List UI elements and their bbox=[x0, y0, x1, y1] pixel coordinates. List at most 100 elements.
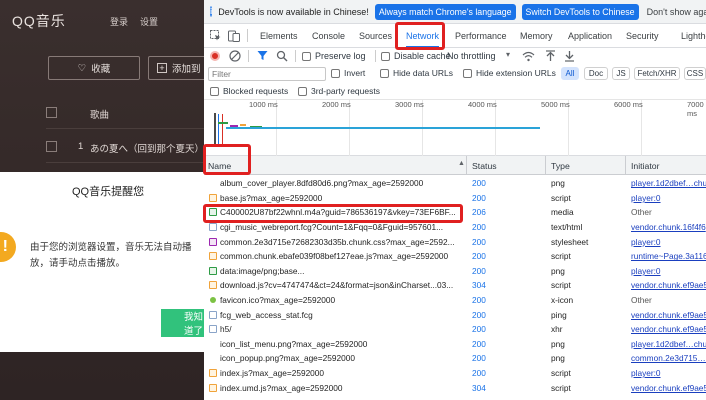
request-type: script bbox=[551, 382, 571, 393]
search-icon[interactable] bbox=[276, 50, 288, 62]
divider bbox=[46, 128, 204, 129]
request-options-bar: Blocked requests 3rd-party requests bbox=[204, 84, 706, 100]
type-filter-all[interactable]: All bbox=[561, 67, 579, 80]
filter-icon[interactable] bbox=[257, 50, 268, 61]
file-type-icon bbox=[209, 237, 217, 246]
type-filter-doc[interactable]: Doc bbox=[584, 67, 608, 80]
track-title[interactable]: あの夏へ（回到那个夏天） bbox=[90, 141, 204, 155]
request-status: 200 bbox=[472, 192, 486, 203]
preserve-log-checkbox[interactable] bbox=[302, 52, 311, 61]
request-name[interactable]: icon_list_menu.png?max_age=2592000 bbox=[220, 339, 466, 349]
request-initiator[interactable]: player.1d2dbef…chunk.css bbox=[631, 339, 706, 349]
network-toolbar: Preserve log Disable cache No throttling… bbox=[204, 48, 706, 64]
type-filter-js[interactable]: JS bbox=[612, 67, 630, 80]
third-party-requests-checkbox[interactable] bbox=[298, 87, 307, 96]
sort-ascending-icon[interactable]: ▲ bbox=[458, 160, 465, 167]
blocked-requests-checkbox[interactable] bbox=[210, 87, 219, 96]
tab-security[interactable]: Security bbox=[626, 24, 659, 48]
favorite-button[interactable]: ♡ 收藏 bbox=[48, 56, 140, 80]
request-initiator[interactable]: vendor.chunk.16f4f6 bbox=[631, 222, 706, 232]
disable-cache-checkbox[interactable] bbox=[381, 52, 390, 61]
request-name[interactable]: fcg_web_access_stat.fcg bbox=[220, 310, 466, 320]
request-status: 200 bbox=[472, 368, 486, 379]
request-initiator[interactable]: common.2e3d715…chunk.css bbox=[631, 353, 706, 363]
request-initiator[interactable]: player:0 bbox=[631, 266, 706, 276]
hide-extension-urls-checkbox[interactable] bbox=[463, 69, 472, 78]
request-name[interactable]: index.js?max_age=2592000 bbox=[220, 368, 466, 378]
file-type-icon bbox=[209, 179, 217, 187]
request-name[interactable]: data:image/png;base... bbox=[220, 266, 466, 276]
info-icon: i bbox=[210, 6, 213, 17]
hide-data-urls-checkbox[interactable] bbox=[380, 69, 389, 78]
request-name[interactable]: cgi_music_webreport.fcg?Count=1&Fqq=0&Fg… bbox=[220, 222, 466, 232]
request-name[interactable]: index.umd.js?max_age=2592000 bbox=[220, 383, 466, 393]
request-name[interactable]: common.2e3d715e72682303d35b.chunk.css?ma… bbox=[220, 237, 466, 247]
column-divider[interactable] bbox=[625, 156, 626, 174]
invert-checkbox[interactable] bbox=[331, 69, 340, 78]
add-to-button[interactable]: + 添加到 bbox=[148, 56, 204, 80]
timeline-tick: 4000 ms bbox=[468, 100, 497, 109]
hide-data-urls-label: Hide data URLs bbox=[393, 68, 454, 78]
select-all-checkbox[interactable] bbox=[46, 107, 57, 118]
dont-show-again-button[interactable]: Don't show again bbox=[647, 7, 706, 17]
tab-lighthouse[interactable]: Lighthouse bbox=[681, 24, 706, 48]
column-header-status[interactable]: Status bbox=[472, 161, 497, 171]
request-status: 304 bbox=[472, 280, 486, 291]
request-initiator[interactable]: vendor.chunk.ef9ae5 bbox=[631, 280, 706, 290]
request-name[interactable]: download.js?cv=4747474&ct=24&format=json… bbox=[220, 280, 466, 290]
request-name[interactable]: base.js?max_age=2592000 bbox=[220, 193, 466, 203]
record-icon[interactable] bbox=[210, 51, 220, 61]
dialog-ok-button[interactable]: 我知道了 bbox=[161, 309, 204, 337]
request-initiator[interactable]: vendor.chunk.ef9ae5 bbox=[631, 383, 706, 393]
type-filter-fetch-xhr[interactable]: Fetch/XHR bbox=[634, 67, 680, 80]
request-initiator[interactable]: vendor.chunk.ef9ae5 bbox=[631, 310, 706, 320]
inspect-element-icon[interactable] bbox=[210, 30, 221, 41]
type-filter-css[interactable]: CSS bbox=[684, 67, 706, 80]
tab-elements[interactable]: Elements bbox=[260, 24, 298, 48]
import-har-icon[interactable] bbox=[545, 50, 556, 62]
request-status: 200 bbox=[472, 251, 486, 262]
tab-performance[interactable]: Performance bbox=[455, 24, 507, 48]
tab-console[interactable]: Console bbox=[312, 24, 345, 48]
highlight-name-column bbox=[203, 144, 251, 175]
request-status: 200 bbox=[472, 222, 486, 233]
network-overview-timeline[interactable]: 1000 ms 2000 ms 3000 ms 4000 ms 5000 ms … bbox=[204, 100, 706, 156]
song-column-header: 歌曲 bbox=[90, 110, 110, 121]
switch-to-chinese-button[interactable]: Switch DevTools to Chinese bbox=[521, 3, 639, 20]
request-status: 200 bbox=[472, 265, 486, 276]
tab-memory[interactable]: Memory bbox=[520, 24, 553, 48]
tab-application[interactable]: Application bbox=[568, 24, 612, 48]
login-link[interactable]: 登录 bbox=[110, 15, 128, 28]
tab-sources[interactable]: Sources bbox=[359, 24, 392, 48]
throttling-select[interactable]: No throttling bbox=[447, 51, 496, 61]
match-language-button[interactable]: Always match Chrome's language bbox=[374, 3, 516, 20]
timeline-tick: 6000 ms bbox=[614, 100, 643, 109]
request-name[interactable]: common.chunk.ebafe039f08bef127eae.js?max… bbox=[220, 251, 466, 261]
settings-link[interactable]: 设置 bbox=[140, 15, 158, 28]
dialog-message: 由于您的浏览器设置，音乐无法自动播放，请手动点击播放。 bbox=[30, 242, 192, 269]
request-initiator[interactable]: runtime~Page.3a116 bbox=[631, 251, 706, 261]
clear-icon[interactable] bbox=[229, 50, 241, 62]
network-conditions-icon[interactable] bbox=[522, 50, 535, 62]
column-divider[interactable] bbox=[545, 156, 546, 174]
request-initiator[interactable]: vendor.chunk.ef9ae5 bbox=[631, 324, 706, 334]
file-type-icon bbox=[209, 193, 217, 202]
chevron-down-icon[interactable]: ▾ bbox=[506, 50, 510, 59]
export-har-icon[interactable] bbox=[564, 50, 575, 62]
request-initiator[interactable]: player:0 bbox=[631, 193, 706, 203]
request-name[interactable]: h5/ bbox=[220, 324, 466, 334]
request-initiator[interactable]: player:0 bbox=[631, 368, 706, 378]
request-initiator[interactable]: player:0 bbox=[631, 237, 706, 247]
column-header-type[interactable]: Type bbox=[551, 161, 570, 171]
column-header-initiator[interactable]: Initiator bbox=[631, 161, 660, 171]
request-name[interactable]: album_cover_player.8dfd80d6.png?max_age=… bbox=[220, 178, 466, 188]
request-initiator[interactable]: player.1d2dbef…chunk.css bbox=[631, 178, 706, 188]
device-toolbar-icon[interactable] bbox=[228, 30, 240, 42]
qq-music-logo[interactable]: QQ音乐 bbox=[12, 11, 66, 31]
track-checkbox[interactable] bbox=[46, 141, 57, 152]
column-divider[interactable] bbox=[466, 156, 467, 174]
request-name[interactable]: favicon.ico?max_age=2592000 bbox=[220, 295, 466, 305]
filter-input[interactable]: Filter bbox=[208, 67, 326, 81]
request-name[interactable]: icon_popup.png?max_age=2592000 bbox=[220, 353, 466, 363]
file-type-icon bbox=[209, 325, 217, 334]
